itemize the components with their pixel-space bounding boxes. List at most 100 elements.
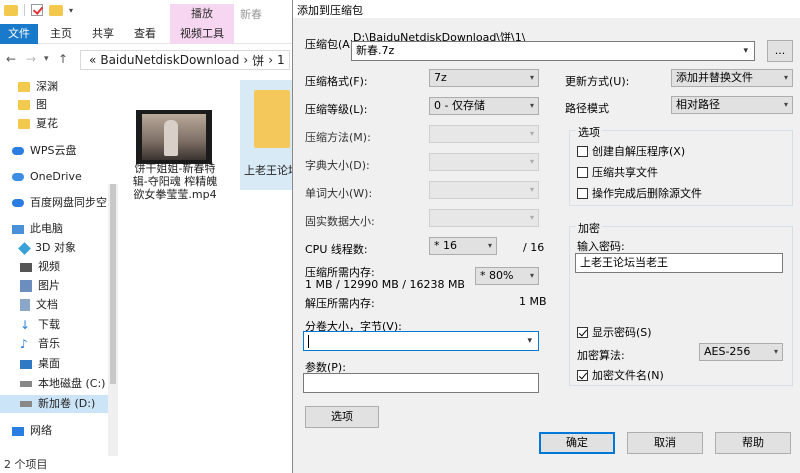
nav-item-this-pc[interactable]: 此电脑 xyxy=(12,220,63,238)
dialog-titlebar: 添加到压缩包 xyxy=(293,0,800,18)
back-arrow-icon[interactable]: ← xyxy=(6,52,16,66)
path-mode-select[interactable]: 相对路径 ▾ xyxy=(671,96,793,114)
file-name-zip[interactable]: 上老王论坛当老王.zip xyxy=(244,164,294,177)
text-caret xyxy=(308,334,309,348)
chevron-down-icon: ▾ xyxy=(529,157,534,166)
chevron-down-icon: ▾ xyxy=(529,73,534,82)
tab-video-tools[interactable]: 视频工具 xyxy=(170,24,234,44)
recent-dropdown-icon[interactable]: ▾ xyxy=(44,54,49,64)
create-sfx-checkbox[interactable]: 创建自解压程序(X) xyxy=(577,143,685,159)
tab-view[interactable]: 查看 xyxy=(126,24,164,44)
nav-item-network[interactable]: 网络 xyxy=(12,422,52,440)
tab-home[interactable]: 主页 xyxy=(42,24,80,44)
nav-item-wps-cloud[interactable]: WPS云盘 xyxy=(12,142,77,160)
options-group-label: 选项 xyxy=(576,124,602,140)
tab-file[interactable]: 文件 xyxy=(0,24,38,44)
parameters-input[interactable] xyxy=(303,373,539,393)
music-icon: ♪ xyxy=(20,337,28,351)
navigation-scrollbar[interactable] xyxy=(108,184,118,456)
drive-icon xyxy=(20,401,32,407)
forward-arrow-icon[interactable]: → xyxy=(26,52,36,66)
help-button[interactable]: 帮助 xyxy=(715,432,791,454)
update-mode-select[interactable]: 添加并替换文件 ▾ xyxy=(671,69,793,87)
address-overflow: « xyxy=(89,53,97,67)
chevron-down-icon: ▾ xyxy=(529,185,534,194)
method-select[interactable]: ▾ xyxy=(429,125,539,143)
nav-item-baidu-sync[interactable]: 百度网盘同步空间 xyxy=(12,194,118,212)
quick-access-toolbar: ▾ xyxy=(4,4,73,16)
file-name-video[interactable]: 饼干姐姐-新春特辑-夺阳魂 榨精魄欲女拳莹莹.mp4 xyxy=(128,162,222,201)
folder-icon xyxy=(18,82,30,92)
nav-item-drive-d[interactable]: 新加卷 (D:) xyxy=(0,395,112,413)
nav-item-pic[interactable]: 图 xyxy=(18,96,47,114)
update-mode-label: 更新方式(U): xyxy=(565,75,630,88)
memory-percent-select[interactable]: * 80% ▾ xyxy=(475,267,539,285)
dictionary-select[interactable]: ▾ xyxy=(429,153,539,171)
nav-item-summer[interactable]: 夏花 xyxy=(18,115,58,133)
folder-icon xyxy=(4,4,18,16)
breadcrumb-separator: › xyxy=(289,53,290,67)
path-mode-label: 路径模式 xyxy=(565,102,609,115)
video-thumbnail[interactable] xyxy=(136,110,212,164)
nav-item-music[interactable]: ♪ 音乐 xyxy=(20,335,60,353)
nav-item-drive-c[interactable]: 本地磁盘 (C:) xyxy=(20,375,105,393)
properties-check-icon[interactable] xyxy=(31,4,43,16)
level-select[interactable]: 0 - 仅存储 ▾ xyxy=(429,97,539,115)
chevron-down-icon: ▾ xyxy=(529,213,534,222)
chevron-down-icon: ▾ xyxy=(783,100,788,109)
options-button[interactable]: 选项 xyxy=(305,406,379,428)
computer-icon xyxy=(12,224,24,234)
decompress-memory-value: 1 MB xyxy=(519,295,547,308)
compress-memory-value: 1 MB / 12990 MB / 16238 MB xyxy=(305,278,465,291)
nav-item-desktop[interactable]: 桌面 xyxy=(20,355,60,373)
cpu-threads-select[interactable]: * 16 ▾ xyxy=(429,237,497,255)
cancel-button[interactable]: 取消 xyxy=(627,432,703,454)
ok-button[interactable]: 确定 xyxy=(539,432,615,454)
breadcrumb-1[interactable]: BaiduNetdiskDownload xyxy=(100,53,239,67)
download-icon: ↓ xyxy=(20,318,31,332)
network-icon xyxy=(12,426,24,436)
desktop-icon xyxy=(20,359,32,369)
split-volume-combo[interactable]: ▾ xyxy=(303,331,539,351)
encryption-method-label: 加密算法: xyxy=(577,349,625,362)
nav-item-videos[interactable]: 视频 xyxy=(20,258,60,276)
archive-name-combo[interactable]: 新春.7z ▾ xyxy=(351,41,755,61)
chevron-down-icon: ▾ xyxy=(783,73,788,82)
word-size-select[interactable]: ▾ xyxy=(429,181,539,199)
breadcrumb-2[interactable]: 饼 xyxy=(252,52,264,69)
qat-dropdown-icon[interactable]: ▾ xyxy=(69,6,73,15)
address-box[interactable]: « BaiduNetdiskDownload › 饼 › 1 › xyxy=(80,50,290,70)
cpu-threads-label: CPU 线程数: xyxy=(305,243,368,256)
password-input[interactable]: 上老王论坛当老王 xyxy=(575,253,783,273)
browse-button[interactable]: ... xyxy=(767,40,793,62)
up-arrow-icon[interactable]: ↑ xyxy=(58,52,68,66)
add-to-archive-dialog: 添加到压缩包 压缩包(A) D:\BaiduNetdiskDownload\饼\… xyxy=(292,0,800,473)
nav-item-documents[interactable]: 文档 xyxy=(20,296,58,314)
encrypt-filenames-checkbox[interactable]: 加密文件名(N) xyxy=(577,367,664,383)
nav-item-downloads[interactable]: ↓ 下载 xyxy=(20,316,60,334)
nav-item-pictures[interactable]: 图片 xyxy=(20,277,60,295)
dictionary-label: 字典大小(D): xyxy=(305,159,370,172)
nav-item-3d-objects[interactable]: 3D 对象 xyxy=(18,239,76,257)
encryption-method-select[interactable]: AES-256 ▾ xyxy=(699,343,783,361)
document-icon xyxy=(20,299,30,311)
breadcrumb-3[interactable]: 1 xyxy=(277,53,285,67)
solid-block-select[interactable]: ▾ xyxy=(429,209,539,227)
chevron-down-icon[interactable]: ▾ xyxy=(743,42,748,60)
format-select[interactable]: 7z ▾ xyxy=(429,69,539,87)
tab-share[interactable]: 共享 xyxy=(84,24,122,44)
chevron-down-icon: ▾ xyxy=(529,271,534,280)
3d-objects-icon xyxy=(18,241,31,255)
nav-item-onedrive[interactable]: OneDrive xyxy=(12,168,82,186)
delete-after-checkbox[interactable]: 操作完成后删除源文件 xyxy=(577,185,702,201)
zip-folder-icon[interactable] xyxy=(254,90,290,148)
chevron-down-icon[interactable]: ▾ xyxy=(527,332,532,350)
new-folder-icon[interactable] xyxy=(49,4,63,16)
show-password-checkbox[interactable]: 显示密码(S) xyxy=(577,324,652,340)
scrollbar-thumb[interactable] xyxy=(110,184,116,384)
compress-shared-checkbox[interactable]: 压缩共享文件 xyxy=(577,164,658,180)
level-label: 压缩等级(L): xyxy=(305,103,368,116)
file-list: 饼干姐姐-新春特辑-夺阳魂 榨精魄欲女拳莹莹.mp4 上老王论坛当老王.zip xyxy=(122,76,296,456)
nav-item-deep[interactable]: 深渊 xyxy=(18,78,58,96)
solid-block-label: 固实数据大小: xyxy=(305,215,375,228)
